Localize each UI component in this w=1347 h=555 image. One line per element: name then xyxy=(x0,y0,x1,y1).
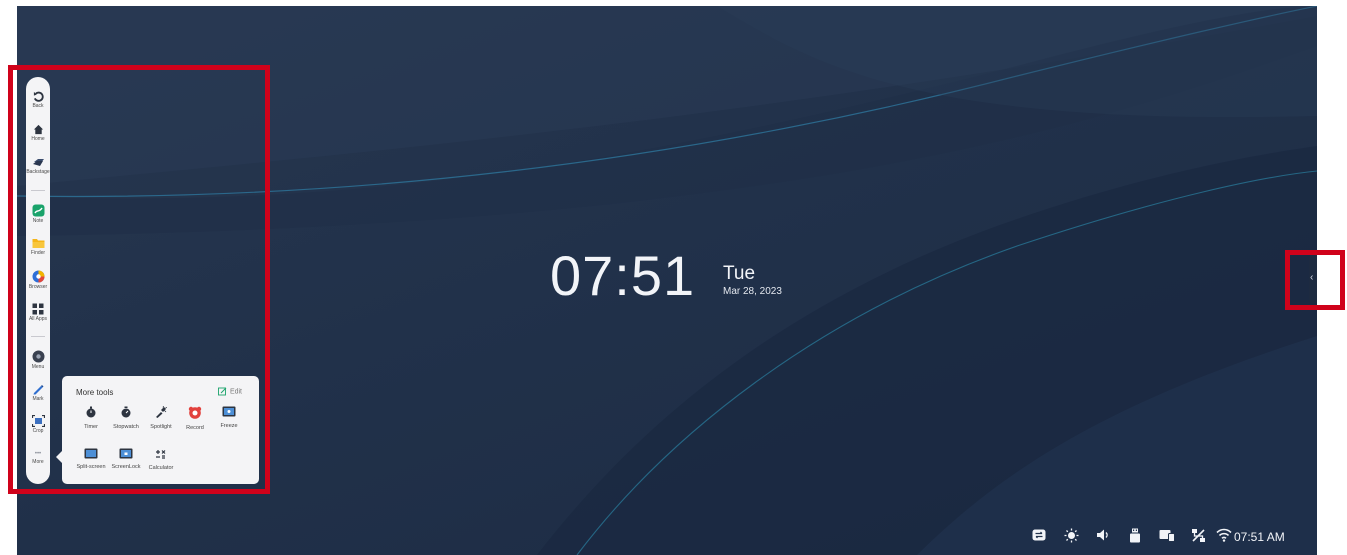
clock-weekday: Tue xyxy=(723,263,756,284)
status-bar-time: 07:51 AM xyxy=(1234,530,1285,544)
brightness-icon[interactable] xyxy=(1064,528,1079,543)
input-source-icon[interactable] xyxy=(1032,528,1046,542)
clock-date: Mar 28, 2023 xyxy=(723,286,782,297)
highlight-box-sidebar xyxy=(8,65,270,494)
usb-icon[interactable] xyxy=(1129,528,1141,543)
volume-icon[interactable] xyxy=(1096,528,1110,542)
network-disconnected-icon[interactable] xyxy=(1191,528,1206,543)
highlight-box-handle xyxy=(1285,250,1345,310)
clock-time: 07:51 xyxy=(550,244,696,307)
wifi-icon[interactable] xyxy=(1216,528,1232,542)
cast-icon[interactable] xyxy=(1159,528,1175,542)
